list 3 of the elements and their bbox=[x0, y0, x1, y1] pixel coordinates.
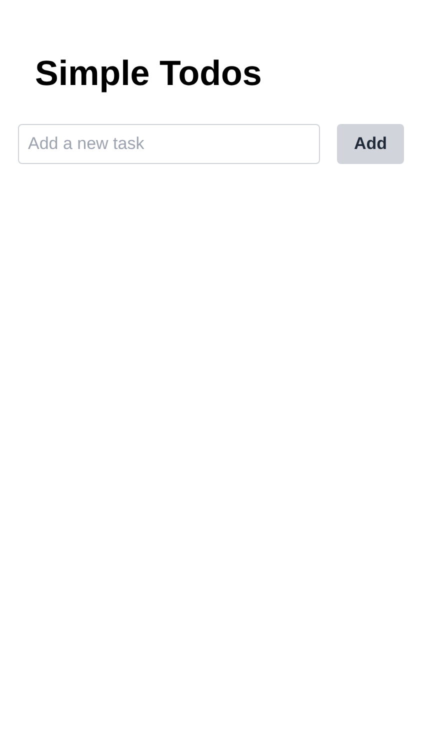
app-title: Simple Todos bbox=[35, 53, 263, 95]
add-button[interactable]: Add bbox=[337, 124, 404, 164]
new-task-field[interactable]: Add a new task bbox=[18, 124, 320, 164]
